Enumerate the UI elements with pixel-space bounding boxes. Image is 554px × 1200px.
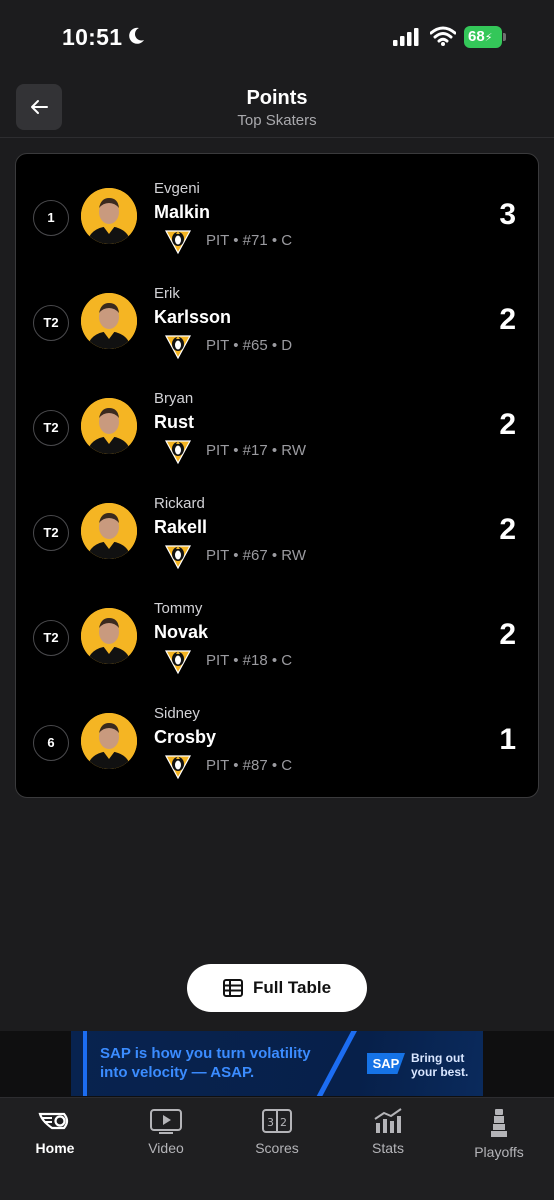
rank-badge: T2 bbox=[33, 410, 69, 446]
player-avatar bbox=[81, 188, 137, 244]
points-value: 3 bbox=[499, 198, 516, 231]
svg-text:3: 3 bbox=[267, 1116, 274, 1129]
player-avatar bbox=[81, 608, 137, 664]
stanley-cup-icon bbox=[491, 1109, 507, 1137]
points-value: 2 bbox=[499, 303, 516, 336]
penguins-logo-icon bbox=[163, 332, 193, 360]
tab-playoffs-label: Playoffs bbox=[474, 1144, 524, 1160]
penguins-logo-icon bbox=[163, 542, 193, 570]
player-last-name: Novak bbox=[154, 622, 209, 642]
flyers-logo-icon bbox=[38, 1112, 69, 1130]
player-meta: PIT • #65 • D bbox=[206, 337, 293, 354]
player-row[interactable]: 1 Evgeni Malkin PIT • #71 • C 3 bbox=[16, 158, 538, 263]
full-table-button[interactable]: Full Table bbox=[187, 964, 367, 1012]
svg-text:2: 2 bbox=[280, 1116, 287, 1129]
video-play-icon bbox=[150, 1109, 182, 1134]
points-value: 2 bbox=[499, 513, 516, 546]
player-row[interactable]: 6 Sidney Crosby PIT • #87 • C 1 bbox=[16, 683, 538, 788]
tab-playoffs[interactable]: Playoffs bbox=[444, 1108, 554, 1168]
player-row[interactable]: T2 Bryan Rust PIT • #17 • RW 2 bbox=[16, 368, 538, 473]
player-last-name: Malkin bbox=[154, 202, 211, 222]
player-meta: PIT • #17 • RW bbox=[206, 442, 306, 459]
moon-icon bbox=[129, 27, 144, 44]
ad-banner[interactable]: SAP is how you turn volatility into velo… bbox=[71, 1031, 483, 1096]
table-icon bbox=[222, 979, 243, 997]
rank-badge: T2 bbox=[33, 305, 69, 341]
player-avatar bbox=[81, 398, 137, 454]
points-value: 2 bbox=[499, 618, 516, 651]
player-first-name: Sidney bbox=[154, 705, 200, 722]
player-meta: PIT • #87 • C bbox=[206, 757, 293, 774]
player-first-name: Tommy bbox=[154, 600, 203, 617]
page-title: Points bbox=[246, 87, 308, 109]
page-subtitle: Top Skaters bbox=[237, 112, 317, 129]
tab-home-label: Home bbox=[35, 1140, 75, 1156]
stats-chart-icon bbox=[374, 1108, 402, 1133]
tab-scores[interactable]: 3 2 Scores bbox=[222, 1108, 332, 1168]
player-last-name: Crosby bbox=[154, 727, 217, 747]
sap-logo: SAP bbox=[367, 1053, 405, 1074]
penguins-logo-icon bbox=[163, 227, 193, 255]
player-first-name: Bryan bbox=[154, 390, 194, 407]
wifi-icon bbox=[430, 26, 456, 46]
page-header: Points Top Skaters bbox=[0, 76, 554, 138]
player-row[interactable]: T2 Rickard Rakell PIT • #67 • RW 2 bbox=[16, 473, 538, 578]
player-meta: PIT • #71 • C bbox=[206, 232, 293, 249]
penguins-logo-icon bbox=[163, 752, 193, 780]
ad-stripe bbox=[83, 1031, 87, 1096]
player-first-name: Evgeni bbox=[154, 180, 200, 197]
tab-scores-label: Scores bbox=[255, 1140, 299, 1156]
points-value: 2 bbox=[499, 408, 516, 441]
app-screen: 10:51 68⚡ Points Top Skaters 1 Evgeni Ma… bbox=[0, 0, 554, 1200]
player-meta: PIT • #67 • RW bbox=[206, 547, 306, 564]
tab-bar: Home Video 3 2 Scores Stats Playoffs bbox=[0, 1097, 554, 1200]
tab-stats[interactable]: Stats bbox=[333, 1108, 443, 1168]
player-first-name: Erik bbox=[154, 285, 180, 302]
player-first-name: Rickard bbox=[154, 495, 205, 512]
tab-home[interactable]: Home bbox=[0, 1108, 110, 1168]
penguins-logo-icon bbox=[163, 437, 193, 465]
battery-level: 68 bbox=[468, 28, 485, 45]
status-bar: 10:51 68⚡ bbox=[0, 0, 554, 76]
status-time: 10:51 bbox=[62, 24, 123, 50]
points-value: 1 bbox=[499, 723, 516, 756]
scoreboard-icon: 3 2 bbox=[262, 1109, 292, 1133]
ad-text: SAP is how you turn volatility into velo… bbox=[100, 1045, 311, 1081]
battery-icon: 68⚡ bbox=[464, 26, 508, 48]
tab-video-label: Video bbox=[148, 1140, 184, 1156]
player-meta: PIT • #18 • C bbox=[206, 652, 293, 669]
player-row[interactable]: T2 Erik Karlsson PIT • #65 • D 2 bbox=[16, 263, 538, 368]
cellular-signal-icon bbox=[393, 28, 419, 46]
player-avatar bbox=[81, 293, 137, 349]
player-row[interactable]: T2 Tommy Novak PIT • #18 • C 2 bbox=[16, 578, 538, 683]
tab-video[interactable]: Video bbox=[111, 1108, 221, 1168]
rank-badge: 6 bbox=[33, 725, 69, 761]
player-last-name: Karlsson bbox=[154, 307, 232, 327]
ad-tagline: Bring out your best. bbox=[411, 1051, 469, 1079]
full-table-label: Full Table bbox=[252, 978, 332, 997]
tab-stats-label: Stats bbox=[372, 1140, 404, 1156]
rank-badge: T2 bbox=[33, 515, 69, 551]
player-avatar bbox=[81, 503, 137, 559]
leaderboard-card: 1 Evgeni Malkin PIT • #71 • C 3 T2 Erik Karlsso… bbox=[15, 153, 539, 798]
player-last-name: Rust bbox=[154, 412, 194, 432]
player-avatar bbox=[81, 713, 137, 769]
rank-badge: 1 bbox=[33, 200, 69, 236]
rank-badge: T2 bbox=[33, 620, 69, 656]
penguins-logo-icon bbox=[163, 647, 193, 675]
player-last-name: Rakell bbox=[154, 517, 208, 537]
